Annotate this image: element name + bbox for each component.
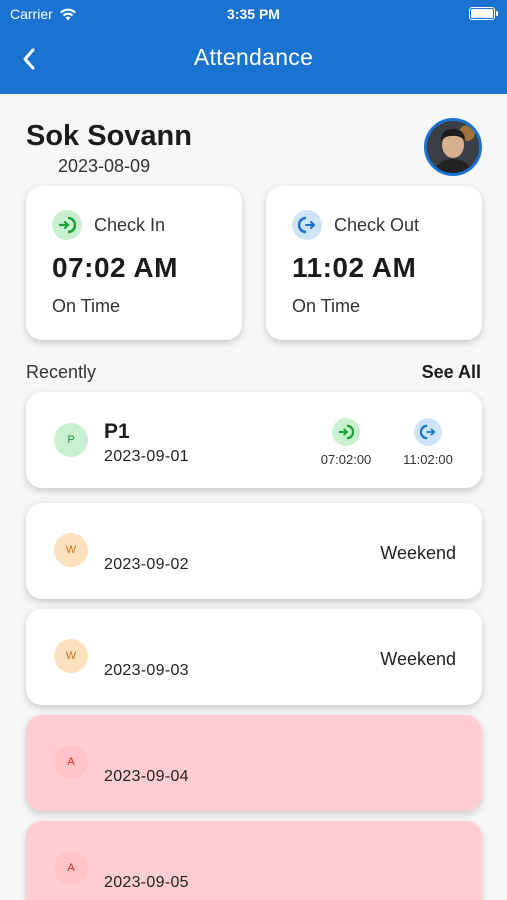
status-badge: W (54, 533, 88, 567)
attendance-row-2023-09-04[interactable]: A 2023-09-04 (26, 715, 482, 811)
check-in-label: Check In (94, 214, 166, 235)
check-out-label: Check Out (334, 214, 420, 235)
row-check-in-time: 07:02:00 (320, 452, 372, 467)
recently-heading: Recently (26, 362, 97, 382)
row-check-out: 11:02:00 (396, 418, 460, 467)
attendance-row-2023-09-03[interactable]: W 2023-09-03 Weekend (26, 609, 482, 705)
status-bar: Carrier 3:35 PM (0, 0, 507, 30)
attendance-row-2023-09-02[interactable]: W 2023-09-02 Weekend (26, 503, 482, 599)
row-date: 2023-09-04 (104, 768, 189, 785)
status-badge: W (54, 639, 88, 673)
row-status: Weekend (380, 649, 456, 669)
user-name: Sok Sovann (26, 120, 192, 152)
battery-icon (469, 7, 498, 20)
check-in-status: On Time (52, 296, 121, 316)
check-out-icon (414, 418, 442, 446)
status-badge: A (54, 745, 88, 779)
person-photo (427, 121, 479, 173)
row-date: 2023-09-01 (104, 448, 189, 465)
attendance-row-2023-09-05[interactable]: A 2023-09-05 (26, 821, 482, 900)
attendance-row-2023-09-01[interactable]: P P1 2023-09-01 07:02:00 11:02:00 (26, 392, 482, 488)
see-all-link[interactable]: See All (422, 362, 481, 383)
row-check-in: 07:02:00 (314, 418, 378, 467)
row-date: 2023-09-02 (104, 556, 189, 573)
row-title: P1 (104, 420, 130, 443)
row-date: 2023-09-05 (104, 874, 189, 891)
avatar[interactable] (424, 118, 482, 176)
app-bar: Carrier 3:35 PM Attendance (0, 0, 507, 94)
check-in-header: Check In (52, 210, 165, 240)
page-title: Attendance (193, 44, 314, 70)
status-time: 3:35 PM (227, 6, 280, 22)
row-status: Weekend (380, 543, 456, 563)
check-in-icon (52, 210, 82, 240)
check-out-status: On Time (292, 296, 361, 316)
status-badge: P (54, 423, 88, 457)
check-in-icon (332, 418, 360, 446)
row-check-out-time: 11:02:00 (403, 452, 453, 467)
check-out-header: Check Out (292, 210, 419, 240)
row-date: 2023-09-03 (104, 662, 189, 679)
check-out-icon (292, 210, 322, 240)
check-in-card[interactable]: Check In 07:02 AM On Time (26, 186, 242, 340)
check-out-card[interactable]: Check Out 11:02 AM On Time (266, 186, 482, 340)
check-in-time: 07:02 AM (52, 252, 178, 283)
user-date: 2023-08-09 (58, 156, 151, 176)
status-badge: A (54, 851, 88, 885)
check-out-time: 11:02 AM (292, 252, 417, 283)
